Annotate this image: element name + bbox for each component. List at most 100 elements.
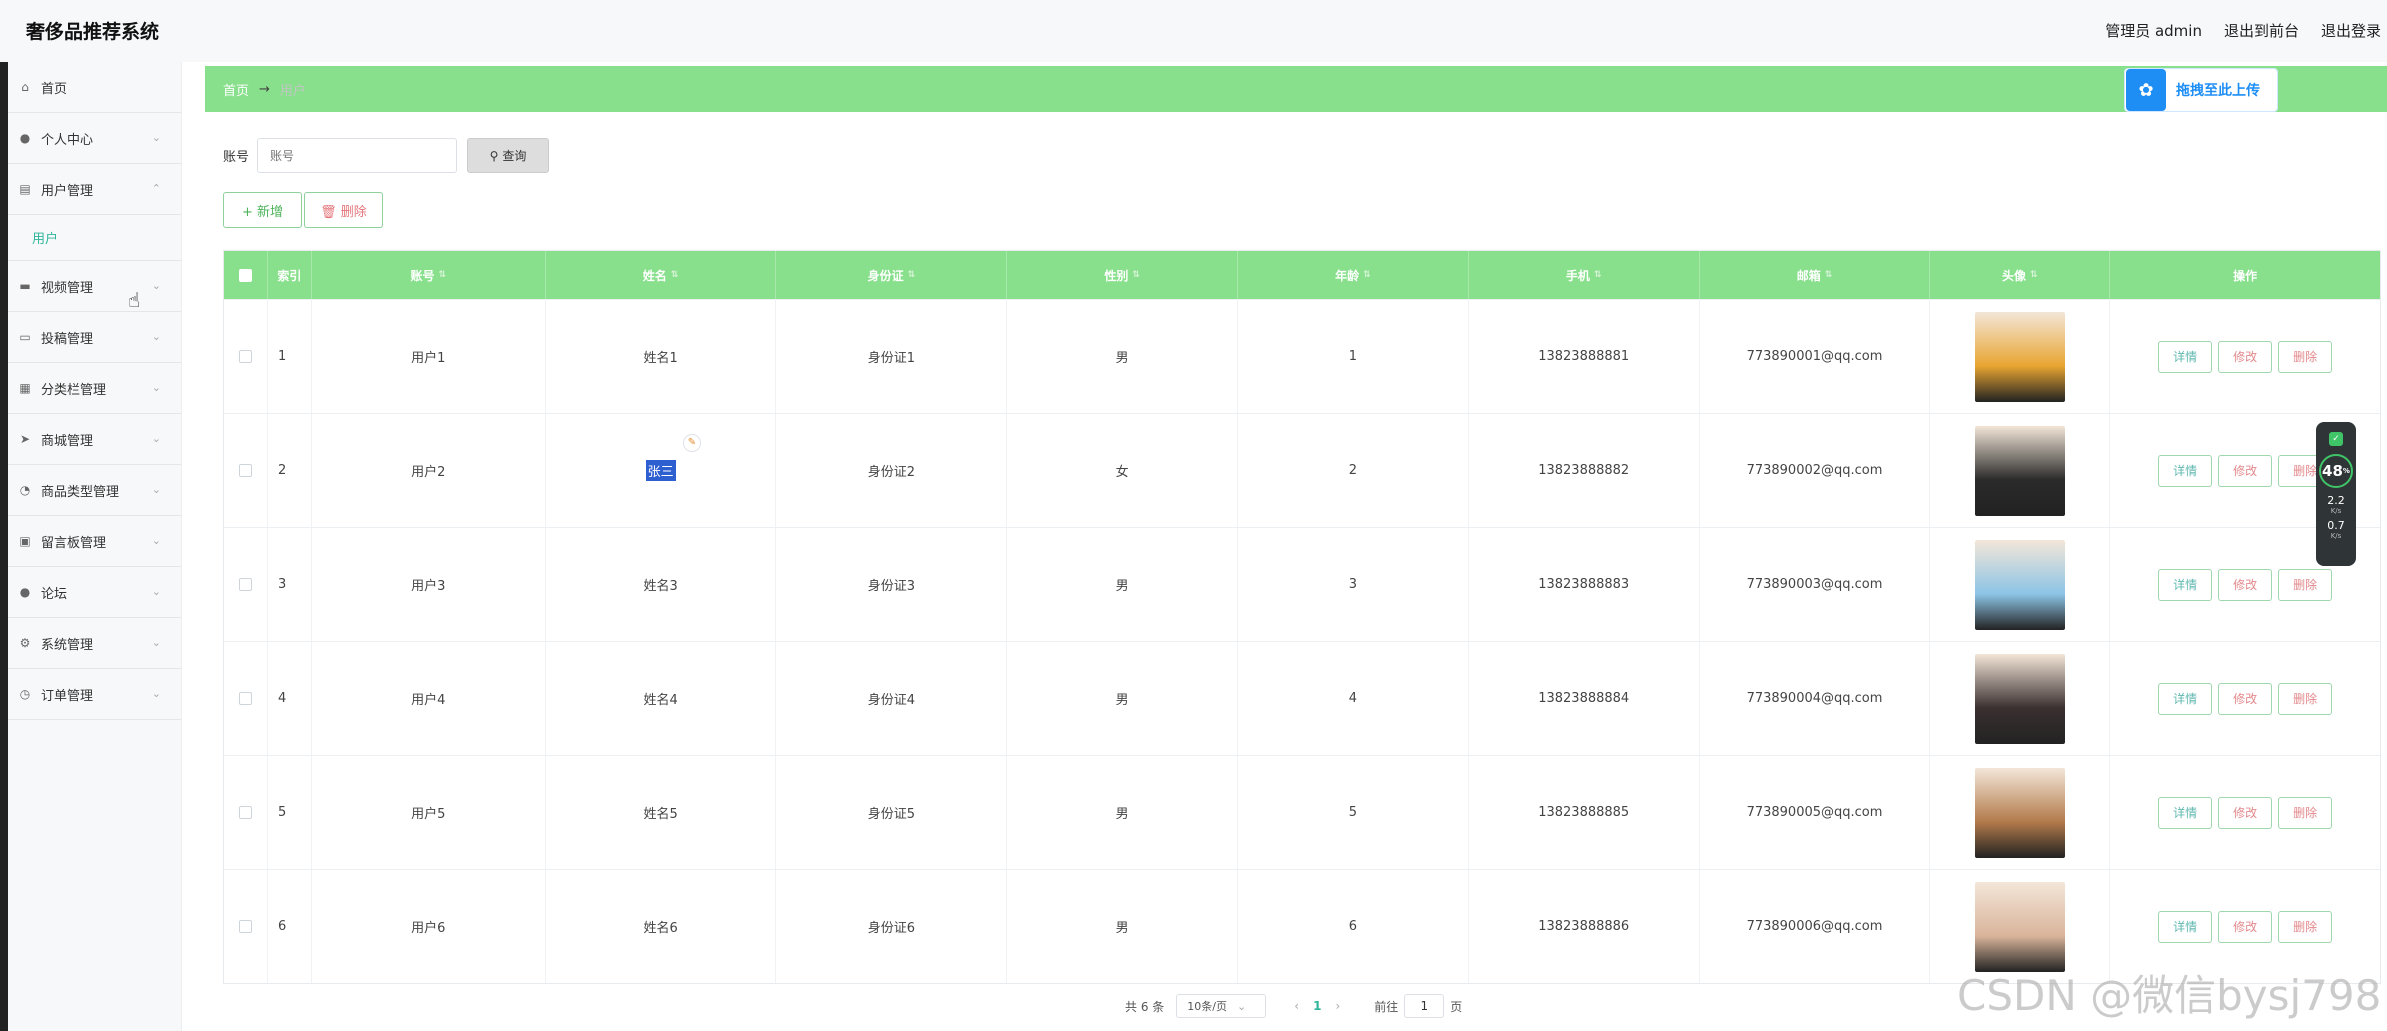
sidebar-item-8[interactable]: ▣ 留言板管理 ⌄ <box>8 516 181 567</box>
row-checkbox[interactable] <box>238 806 252 819</box>
next-page-button[interactable]: › <box>1335 999 1340 1013</box>
sidebar-item-4[interactable]: ▭ 投稿管理 ⌄ <box>8 312 181 363</box>
edit-button[interactable]: 修改 <box>2218 340 2273 373</box>
detail-button[interactable]: 详情 <box>2158 568 2213 601</box>
account-cell: 用户2 <box>312 414 546 527</box>
delete-button[interactable]: 删除 <box>2278 796 2333 829</box>
name-value: 姓名4 <box>643 693 678 708</box>
add-button[interactable]: + 新增 <box>223 192 302 228</box>
watermark: CSDN @微信bysj798 <box>1957 971 2382 1020</box>
sidebar-item-2[interactable]: ▤ 用户管理 ⌃ <box>8 164 181 215</box>
breadcrumb-home[interactable]: 首页 <box>223 80 249 99</box>
avatar-cell <box>1930 528 2111 641</box>
delete-button[interactable]: 删除 <box>2278 682 2333 715</box>
batch-delete-button[interactable]: 🗑 删除 <box>304 192 383 228</box>
detail-button[interactable]: 详情 <box>2158 340 2213 373</box>
account-cell: 用户4 <box>312 642 546 755</box>
avatar <box>1974 311 2065 402</box>
delete-button[interactable]: 删除 <box>2278 340 2333 373</box>
sidebar-item-1[interactable]: ● 个人中心 ⌄ <box>8 113 181 164</box>
prev-page-button[interactable]: ‹ <box>1294 999 1299 1013</box>
sidebar-item-10[interactable]: ⚙ 系统管理 ⌄ <box>8 618 181 669</box>
goto-page-input[interactable]: 1 <box>1404 994 1445 1018</box>
name-cell: 姓名6 <box>546 870 777 983</box>
sidebar-item-9[interactable]: ● 论坛 ⌄ <box>8 567 181 618</box>
edit-button[interactable]: 修改 <box>2218 682 2273 715</box>
header-age[interactable]: 年龄 ⇅ <box>1238 251 1469 299</box>
back-to-front-link[interactable]: 退出到前台 <box>2224 20 2299 41</box>
translate-tool-icon[interactable]: ✎ <box>683 434 701 452</box>
sidebar-item-6[interactable]: ➤ 商城管理 ⌄ <box>8 414 181 465</box>
logout-link[interactable]: 退出登录 <box>2321 20 2381 41</box>
edit-button[interactable]: 修改 <box>2218 910 2273 943</box>
sidebar-item-3[interactable]: ▬ 视频管理 ⌄ <box>8 261 181 312</box>
actions-cell: 详情 修改 删除 <box>2110 756 2380 869</box>
account-cell: 用户3 <box>312 528 546 641</box>
delete-button[interactable]: 删除 <box>2278 910 2333 943</box>
pagination: 共 6 条 10条/页 ⌄ ‹ 1 › 前往 1 页 <box>1125 994 1462 1018</box>
query-button[interactable]: ⚲ 查询 <box>467 138 550 173</box>
row-checkbox[interactable] <box>238 920 252 933</box>
upload-label: 拖拽至此上传 <box>2176 83 2260 99</box>
sidebar-item-7[interactable]: ◔ 商品类型管理 ⌄ <box>8 465 181 516</box>
sidebar-item-11[interactable]: ◷ 订单管理 ⌄ <box>8 669 181 720</box>
header-idcard[interactable]: 身份证 ⇅ <box>776 251 1008 299</box>
header-gender[interactable]: 性别 ⇅ <box>1007 251 1239 299</box>
table-row: 4 用户4 姓名4 身份证4 男 4 13823888884 773890004@qq.com… <box>224 641 2380 755</box>
name-value[interactable]: 张三 <box>645 460 676 481</box>
network-speed-widget[interactable]: ✓ 48% 2.2 K/s 0.7 K/s <box>2316 422 2356 566</box>
name-cell: 姓名5 <box>546 756 777 869</box>
chevron-icon: ⌄ <box>151 636 161 649</box>
sort-icon: ⇅ <box>907 270 916 280</box>
idcard-cell: 身份证4 <box>776 642 1008 755</box>
gauge-icon: ◔ <box>19 483 31 497</box>
detail-button[interactable]: 详情 <box>2158 796 2213 829</box>
row-checkbox[interactable] <box>238 578 252 591</box>
edit-button[interactable]: 修改 <box>2218 568 2273 601</box>
name-cell: 张三 <box>546 414 777 527</box>
page-number-1[interactable]: 1 <box>1313 999 1321 1013</box>
chevron-icon: ⌄ <box>151 381 161 394</box>
table-header: 索引 账号 ⇅ 姓名 ⇅ 身份证 ⇅ 性别 ⇅ 年龄 ⇅ 手机 ⇅ 邮箱 ⇅ 头像 ⇅ 操作 <box>224 251 2380 299</box>
avatar-cell <box>1930 414 2111 527</box>
sort-icon: ⇅ <box>1132 270 1140 280</box>
sidebar-subitem-users[interactable]: 用户 <box>8 215 181 261</box>
top-links: 管理员 admin 退出到前台 退出登录 <box>2105 20 2381 41</box>
header-name[interactable]: 姓名 ⇅ <box>546 251 777 299</box>
row-checkbox[interactable] <box>238 692 252 705</box>
header-avatar[interactable]: 头像 ⇅ <box>1930 251 2111 299</box>
avatar <box>1974 539 2065 630</box>
sidebar-item-0[interactable]: ⌂ 首页 <box>8 62 181 113</box>
header-account[interactable]: 账号 ⇅ <box>312 251 546 299</box>
select-all-checkbox[interactable] <box>238 268 252 282</box>
sidebar: ⌂ 首页 ● 个人中心 ⌄ ▤ 用户管理 ⌃ 用户 ▬ 视频管理 ⌄ ▭ 投稿管理 ⌄ ▦ 分类栏管理 ⌄ ➤ 商城管… <box>8 62 182 1031</box>
detail-button[interactable]: 详情 <box>2158 454 2213 487</box>
detail-button[interactable]: 详情 <box>2158 910 2213 943</box>
delete-button[interactable]: 删除 <box>2278 568 2333 601</box>
upload-drop-button[interactable]: ✿ 拖拽至此上传 <box>2124 68 2278 112</box>
main-content: 首页 → 用户 ✿ 拖拽至此上传 账号 ⚲ 查询 + 新增 🗑 删除 索引 账号… <box>205 62 2387 1031</box>
row-checkbox[interactable] <box>238 350 252 363</box>
table-row: 3 用户3 姓名3 身份证3 男 3 13823888883 773890003@qq.com… <box>224 527 2380 641</box>
sort-icon: ⇅ <box>1363 270 1371 280</box>
goto-label: 前往 <box>1374 999 1399 1014</box>
account-search-input[interactable] <box>257 138 458 173</box>
sort-icon: ⇅ <box>438 270 447 280</box>
edit-button[interactable]: 修改 <box>2218 796 2273 829</box>
detail-button[interactable]: 详情 <box>2158 682 2213 715</box>
table-row: 5 用户5 姓名5 身份证5 男 5 13823888885 773890005@qq.com… <box>224 755 2380 869</box>
header-email[interactable]: 邮箱 ⇅ <box>1700 251 1931 299</box>
top-header: 奢侈品推荐系统 管理员 admin 退出到前台 退出登录 <box>0 0 2387 62</box>
download-unit: K/s <box>2330 532 2342 540</box>
gender-cell: 女 <box>1007 414 1239 527</box>
header-phone[interactable]: 手机 ⇅ <box>1469 251 1700 299</box>
row-checkbox[interactable] <box>238 464 252 477</box>
page-size-select[interactable]: 10条/页 ⌄ <box>1176 994 1267 1018</box>
index-cell: 6 <box>268 870 312 983</box>
chevron-icon: ⌄ <box>151 432 161 445</box>
phone-cell: 13823888884 <box>1469 642 1700 755</box>
sidebar-item-5[interactable]: ▦ 分类栏管理 ⌄ <box>8 363 181 414</box>
window-edge <box>0 0 8 1031</box>
sidebar-item-label: 论坛 <box>41 586 68 602</box>
edit-button[interactable]: 修改 <box>2218 454 2273 487</box>
